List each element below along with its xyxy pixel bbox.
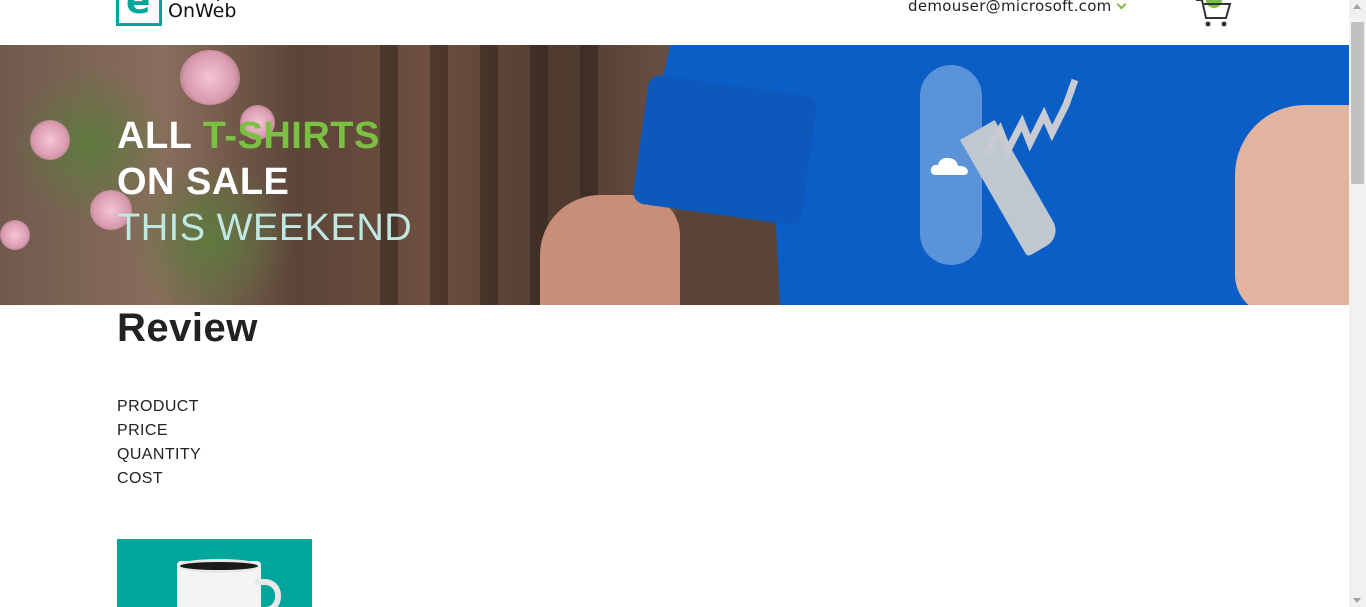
- logo-text: OnWeb: [168, 0, 237, 22]
- logo-letter: e: [126, 0, 151, 22]
- product-image: [117, 539, 312, 607]
- site-header: e eShop OnWeb demouser@microsoft.com: [0, 0, 1349, 45]
- logo[interactable]: e eShop OnWeb: [116, 0, 246, 28]
- user-email: demouser@microsoft.com: [908, 0, 1112, 15]
- banner-flower: [180, 50, 240, 105]
- promo-line-3: THIS WEEKEND: [117, 207, 413, 249]
- banner-arm: [540, 195, 680, 305]
- banner-fence: [480, 45, 498, 305]
- logo-mark: e: [116, 0, 162, 26]
- banner-sleeve: [631, 73, 819, 227]
- chevron-down-icon: [1116, 0, 1127, 10]
- page-title: Review: [117, 306, 258, 350]
- scroll-down-arrow-icon[interactable]: [1353, 598, 1361, 603]
- promo-line-1-white: ALL: [117, 115, 203, 157]
- cart-button[interactable]: [1194, 0, 1232, 28]
- scroll-up-arrow-icon[interactable]: [1353, 4, 1361, 9]
- mug-handle: [255, 579, 281, 607]
- promo-line-2: ON SALE: [117, 161, 290, 203]
- banner-flower: [0, 220, 30, 250]
- promo-banner[interactable]: ALL T-SHIRTS ON SALE THIS WEEKEND: [0, 45, 1349, 305]
- corkscrew-graphic: [981, 78, 1079, 159]
- banner-flower: [30, 120, 70, 160]
- cart-icon: [1196, 0, 1232, 27]
- scroll-thumb[interactable]: [1351, 22, 1364, 184]
- user-menu[interactable]: demouser@microsoft.com: [908, 0, 1127, 15]
- mug-rim: [177, 559, 261, 573]
- column-header-quantity: QUANTITY: [117, 446, 202, 463]
- promo-line-1-green: T-SHIRTS: [202, 115, 380, 157]
- promo-text: ALL T-SHIRTS ON SALE THIS WEEKEND: [117, 113, 412, 251]
- column-header-product: PRODUCT: [117, 398, 199, 415]
- banner-fence: [430, 45, 448, 305]
- column-header-cost: COST: [117, 470, 164, 487]
- cloud-icon: [930, 157, 968, 175]
- column-header-price: PRICE: [117, 422, 168, 439]
- promo-line-1: ALL T-SHIRTS: [117, 113, 412, 159]
- banner-arm: [1235, 105, 1349, 305]
- review-column-headers: PRODUCT PRICE QUANTITY COST: [117, 395, 201, 491]
- vertical-scrollbar[interactable]: [1349, 0, 1366, 607]
